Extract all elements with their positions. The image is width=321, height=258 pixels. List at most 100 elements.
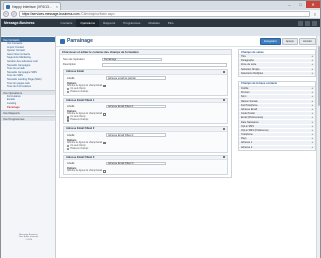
save-button[interactable]: Enregistrer	[260, 37, 281, 45]
minimize-button[interactable]: –	[284, 1, 295, 8]
content-scrollbar[interactable]	[316, 36, 320, 258]
page-actions: Enregistrer Aperçu Annuler	[260, 37, 320, 45]
contact-fields-box: Champs de la base contacts Civilité + Pré…	[238, 80, 316, 151]
add-icon[interactable]: +	[312, 141, 313, 144]
radio-icon[interactable]	[67, 116, 70, 119]
field-label: Libellé	[67, 133, 75, 137]
add-icon[interactable]: +	[312, 59, 313, 62]
sidebar-item[interactable]: Tous les Formulaires	[1, 85, 55, 89]
add-icon[interactable]: +	[312, 133, 313, 136]
field-input[interactable]: Adresse Email Filleul 1	[106, 104, 166, 109]
sidebar-section-programmes[interactable]: Vos Programmes	[1, 116, 55, 122]
palette-item-label: Fax/Téléphone	[241, 103, 258, 107]
nav-plus[interactable]: Plus	[164, 19, 178, 27]
address-bar: ‹ › https://services.message-business.co…	[1, 10, 320, 19]
name-label: Nom de l'opération	[63, 58, 85, 61]
window-controls: – □ ✕	[284, 1, 320, 10]
desc-field[interactable]	[102, 62, 227, 67]
browser-tab[interactable]: Happy Interface (XF6/13... ×	[3, 2, 61, 10]
palette-item-label: Adresse 2	[241, 145, 253, 149]
nav-programmes[interactable]: Programmes	[119, 19, 144, 27]
user-icon[interactable]	[305, 20, 310, 26]
add-icon[interactable]: +	[312, 112, 313, 115]
back-button[interactable]: ‹	[3, 11, 9, 17]
block-toggle-icon[interactable]	[222, 127, 225, 130]
sidebar-item-parrainage[interactable]: Parrainage	[1, 106, 55, 110]
radio-icon[interactable]	[67, 147, 70, 151]
block-toggle-icon[interactable]	[222, 156, 225, 159]
nav-modeles[interactable]: Modèles	[144, 19, 163, 27]
radio-option[interactable]: Plusieurs champs	[67, 148, 224, 151]
app-logo: Message-Business	[4, 21, 35, 25]
block-toggle-icon[interactable]	[222, 70, 225, 73]
options-checkbox[interactable]	[103, 170, 106, 173]
browser-menu-icon[interactable]: ≡	[312, 11, 318, 17]
field-block-body: Libellé Adresse Email Filleul 3 Options …	[64, 160, 227, 174]
field-input[interactable]: Adresse Email Filleul 2	[106, 133, 166, 137]
desc-row: Description	[63, 62, 228, 67]
add-icon[interactable]: +	[312, 91, 313, 94]
palette-item-label: Sélection Simple	[241, 67, 260, 71]
palette-item[interactable]: Sélections Multiples +	[239, 71, 315, 76]
url-input[interactable]: https://services.message-business.com /C…	[19, 11, 310, 17]
add-icon[interactable]: +	[312, 121, 313, 124]
options-label: Nombre de lignes du champ Email	[67, 170, 103, 172]
options-checkbox[interactable]	[103, 84, 106, 88]
sidebar-section-rapports[interactable]: Vos Rapports	[1, 110, 55, 116]
footer-line: © 2014	[24, 239, 33, 242]
close-window-button[interactable]: ✕	[306, 1, 320, 8]
add-icon[interactable]: +	[312, 104, 313, 107]
add-icon[interactable]: +	[312, 108, 313, 111]
field-block-body: Libellé Adresse email du parrain Options…	[64, 75, 227, 95]
forward-button[interactable]: ›	[11, 11, 17, 17]
radio-icon[interactable]	[67, 90, 70, 94]
radio-option[interactable]: Plusieurs champs	[67, 91, 224, 94]
palette-item-label: Titre	[241, 55, 246, 59]
add-icon[interactable]: +	[312, 129, 313, 132]
add-icon[interactable]: +	[312, 95, 313, 98]
nav-rapports[interactable]: Rapports	[99, 19, 119, 27]
cancel-button[interactable]: Annuler	[299, 37, 316, 45]
palette-item[interactable]: Adresse 2 +	[239, 145, 315, 150]
palette-item-label: Pays	[241, 137, 247, 141]
field-input[interactable]: Adresse Email Filleul 3	[106, 161, 166, 166]
add-icon[interactable]: +	[312, 87, 313, 90]
radio-option[interactable]: Plusieurs champs	[67, 119, 224, 122]
palette-item-label: Opt-in SMS (Préférence)	[241, 128, 269, 132]
help-icon[interactable]	[298, 20, 303, 26]
scrollbar-thumb[interactable]	[317, 46, 320, 106]
options-checkbox[interactable]	[103, 141, 106, 145]
field-block-body: Libellé Adresse Email Filleul 2 Options …	[64, 132, 227, 152]
preview-button[interactable]: Aperçu	[281, 37, 299, 45]
add-icon[interactable]: +	[312, 146, 313, 149]
nav-operations[interactable]: Opérations	[76, 19, 100, 27]
field-block-title: Adresse Email Filleul 2	[66, 127, 95, 131]
name-field[interactable]: Parrainage	[102, 57, 162, 62]
block-toggle-icon[interactable]	[222, 99, 225, 102]
add-icon[interactable]: +	[312, 100, 313, 103]
palette-item-label: Raison Sociale	[241, 99, 258, 103]
palette-item-label: Opt-in SMS	[241, 124, 254, 128]
add-icon[interactable]: +	[312, 68, 313, 71]
options-checkbox[interactable]	[103, 113, 106, 116]
favicon-icon	[6, 4, 10, 9]
tab-close-icon[interactable]: ×	[56, 5, 58, 9]
label-row: Libellé Adresse Email Filleul 2	[67, 133, 224, 138]
palette-item-label: Adresse Email	[241, 107, 258, 111]
nav-contacts[interactable]: Contacts	[57, 19, 77, 27]
add-icon[interactable]: +	[312, 137, 313, 140]
add-icon[interactable]: +	[312, 63, 313, 66]
field-block-title: Adresse Email Filleul 1	[66, 98, 95, 102]
logout-icon[interactable]	[312, 20, 317, 26]
add-icon[interactable]: +	[312, 72, 313, 75]
field-input[interactable]: Adresse email du parrain	[106, 76, 166, 80]
browser-titlebar: Happy Interface (XF6/13... × – □ ✕	[1, 1, 320, 10]
maximize-button[interactable]: □	[295, 1, 306, 8]
add-icon[interactable]: +	[312, 125, 313, 128]
page-header: Parrainage Enregistrer Aperçu Annuler	[56, 36, 320, 47]
radio-icon[interactable]	[67, 119, 70, 122]
url-host: https://services.message-business.com	[22, 12, 80, 16]
add-icon[interactable]: +	[312, 116, 313, 119]
options-row: Nombre de lignes du champ Email	[67, 170, 224, 173]
add-icon[interactable]: +	[312, 55, 313, 58]
